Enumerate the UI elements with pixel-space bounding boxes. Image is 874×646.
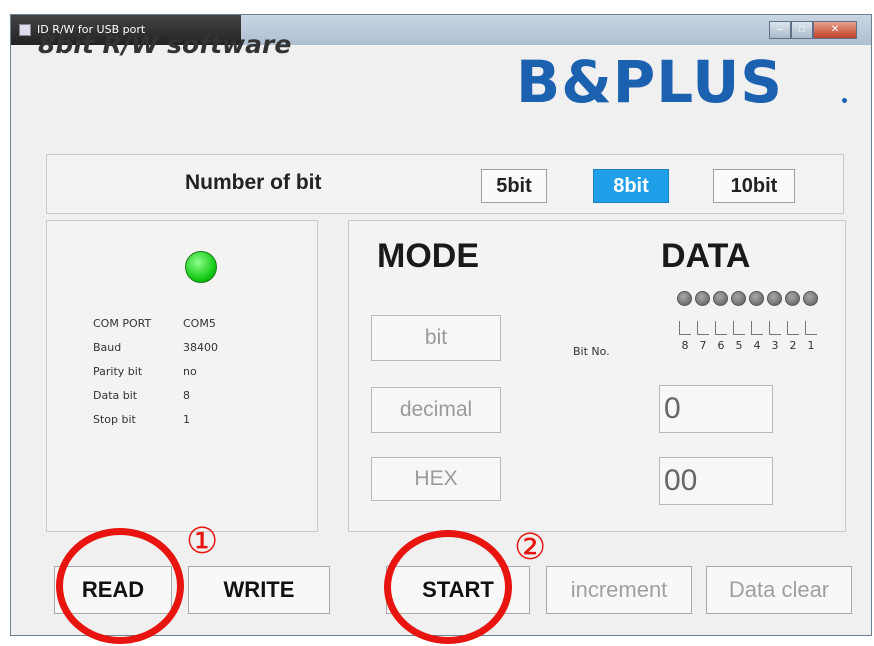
status-led: [185, 251, 217, 283]
baud-value: 38400: [183, 341, 218, 354]
stop-bit-value: 1: [183, 413, 190, 426]
bit-4-checkbox[interactable]: [751, 321, 763, 335]
baud-key: Baud: [93, 341, 122, 354]
bit-mode-button[interactable]: bit: [371, 315, 501, 361]
bit-8-checkbox[interactable]: [679, 321, 691, 335]
start-button[interactable]: START: [386, 566, 530, 614]
bit-selector-panel: Number of bit 5bit 8bit 10bit: [46, 154, 844, 214]
bit-number-label: 8: [681, 339, 689, 352]
hex-mode-button[interactable]: HEX: [371, 457, 501, 501]
stop-bit-key: Stop bit: [93, 413, 136, 426]
bit-5-checkbox[interactable]: [733, 321, 745, 335]
data-bit-key: Data bit: [93, 389, 138, 402]
increment-button[interactable]: increment: [546, 566, 692, 614]
bit-number-label: 7: [699, 339, 707, 352]
mode-title: MODE: [377, 237, 479, 275]
close-button[interactable]: ✕: [813, 21, 857, 39]
bit-6-indicator: [713, 291, 728, 306]
step-1-marker: ①: [186, 521, 219, 562]
bit-8-button[interactable]: 8bit: [593, 169, 669, 203]
number-of-bit-label: Number of bit: [185, 171, 322, 194]
bit-8-indicator: [677, 291, 692, 306]
com-port-key: COM PORT: [93, 317, 152, 330]
bit-2-indicator: [785, 291, 800, 306]
data-clear-button[interactable]: Data clear: [706, 566, 852, 614]
bit-number-label: 4: [753, 339, 761, 352]
bit-number-label: 1: [807, 339, 815, 352]
bit-4-indicator: [749, 291, 764, 306]
bit-number-label: 5: [735, 339, 743, 352]
bit-number-label: 2: [789, 339, 797, 352]
decimal-mode-button[interactable]: decimal: [371, 387, 501, 433]
bit-5-button[interactable]: 5bit: [481, 169, 547, 203]
bit-1-indicator: [803, 291, 818, 306]
data-title: DATA: [661, 237, 751, 275]
port-info-panel: COM PORT COM5 Baud 38400 Parity bit no D…: [46, 220, 318, 532]
bit-10-button[interactable]: 10bit: [713, 169, 795, 203]
bit-7-checkbox[interactable]: [697, 321, 709, 335]
bit-3-indicator: [767, 291, 782, 306]
read-button[interactable]: READ: [54, 566, 172, 614]
company-logo: B&PLUS: [516, 48, 784, 116]
bit-1-checkbox[interactable]: [805, 321, 817, 335]
maximize-button[interactable]: □: [791, 21, 813, 39]
bit-number-label: 6: [717, 339, 725, 352]
bit-6-checkbox[interactable]: [715, 321, 727, 335]
parity-bit-key: Parity bit: [93, 365, 143, 378]
logo-registered-mark: [842, 98, 847, 103]
app-heading: 8bit R/W software: [38, 30, 292, 59]
hex-value-field[interactable]: 00: [659, 457, 773, 505]
step-2-marker: ②: [514, 527, 547, 568]
bit-7-indicator: [695, 291, 710, 306]
minimize-button[interactable]: –: [769, 21, 791, 39]
parity-bit-value: no: [183, 365, 197, 378]
bit-2-checkbox[interactable]: [787, 321, 799, 335]
com-port-value: COM5: [183, 317, 216, 330]
app-icon: [19, 24, 31, 36]
data-bit-value: 8: [183, 389, 190, 402]
bit-3-checkbox[interactable]: [769, 321, 781, 335]
bit-number-label: 3: [771, 339, 779, 352]
mode-data-panel: MODE DATA bit decimal HEX Bit No. 8 7 6 …: [348, 220, 846, 532]
bit-5-indicator: [731, 291, 746, 306]
bit-indicators: [677, 291, 837, 311]
decimal-value-field[interactable]: 0: [659, 385, 773, 433]
write-button[interactable]: WRITE: [188, 566, 330, 614]
bit-no-label: Bit No.: [573, 345, 610, 358]
